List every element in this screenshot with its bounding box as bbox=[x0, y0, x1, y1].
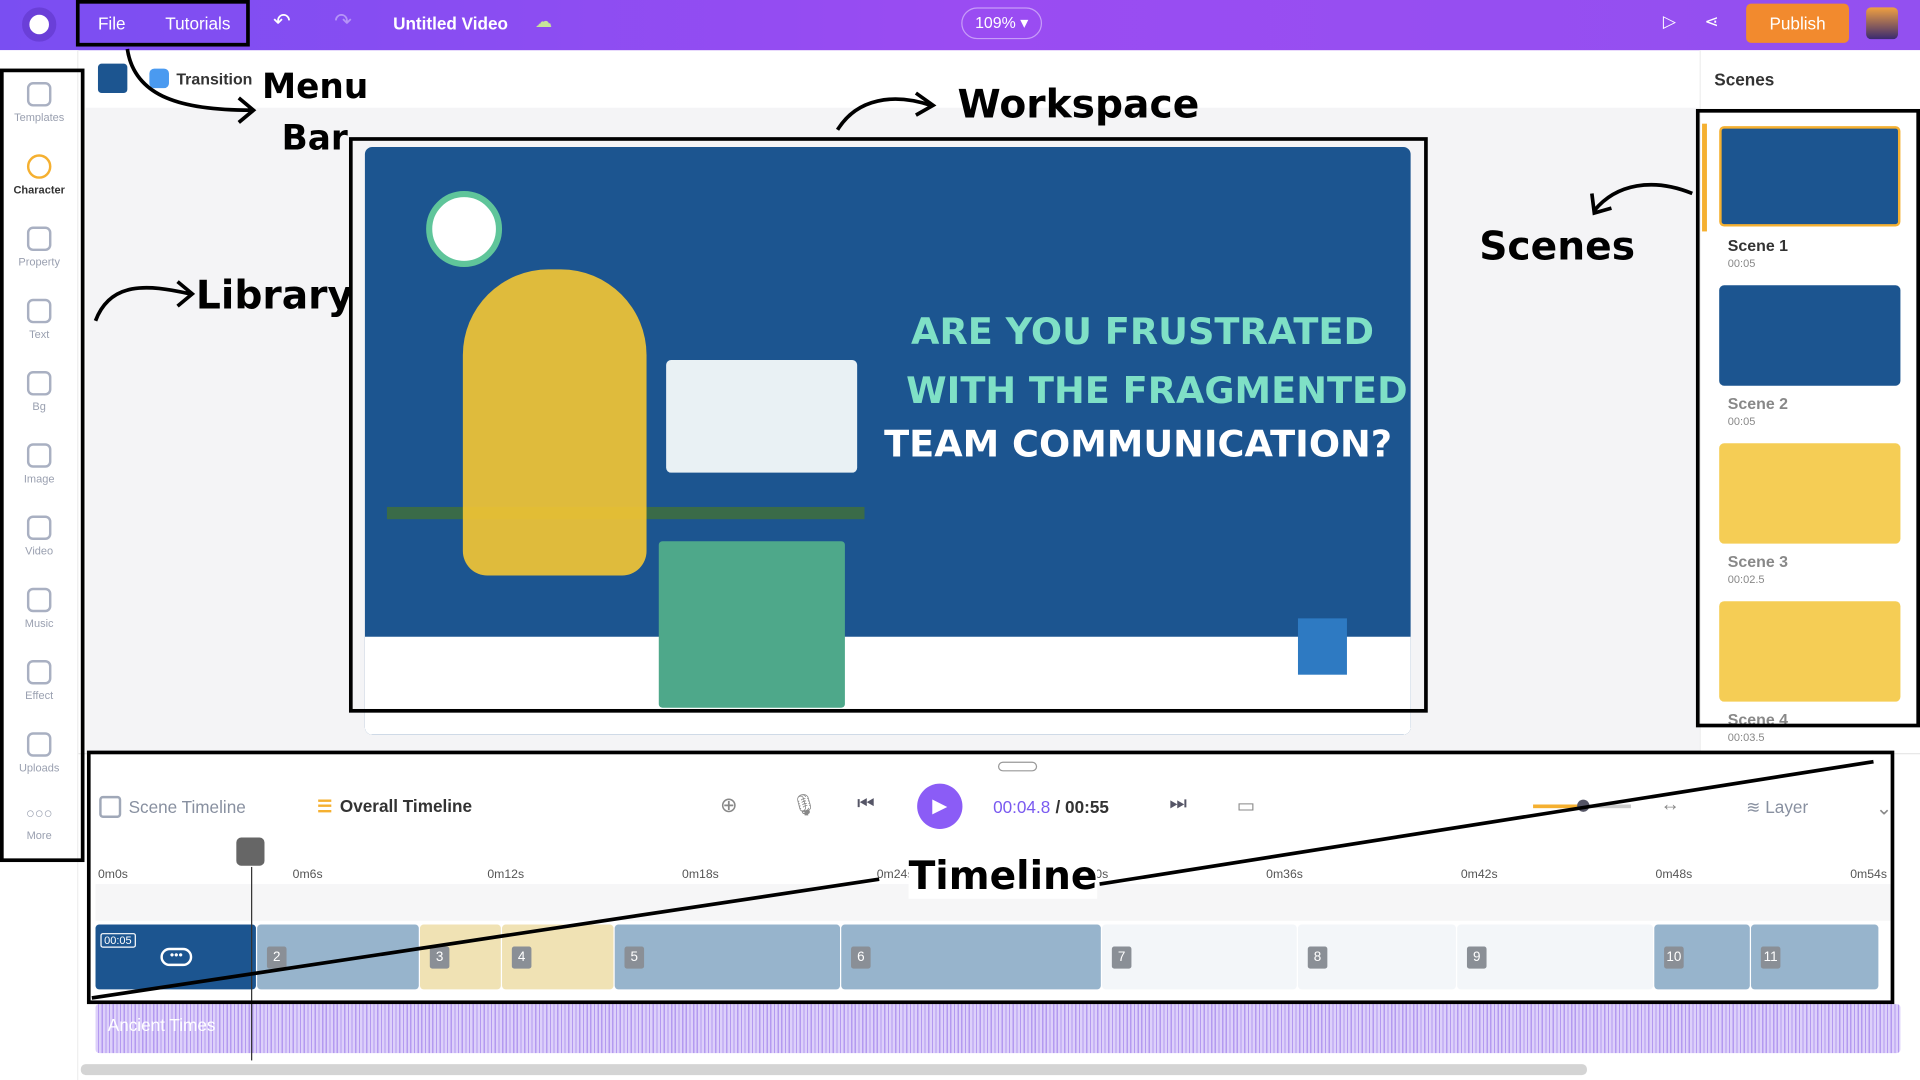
menu-arrow bbox=[125, 48, 257, 124]
timeline-line-left bbox=[91, 877, 880, 1000]
library-arrow bbox=[93, 280, 196, 322]
scenes-arrow bbox=[1590, 182, 1693, 216]
timeline-line-right bbox=[1099, 759, 1874, 886]
workspace-arrow bbox=[835, 91, 937, 131]
annotation-arrows bbox=[91, 48, 1874, 1000]
